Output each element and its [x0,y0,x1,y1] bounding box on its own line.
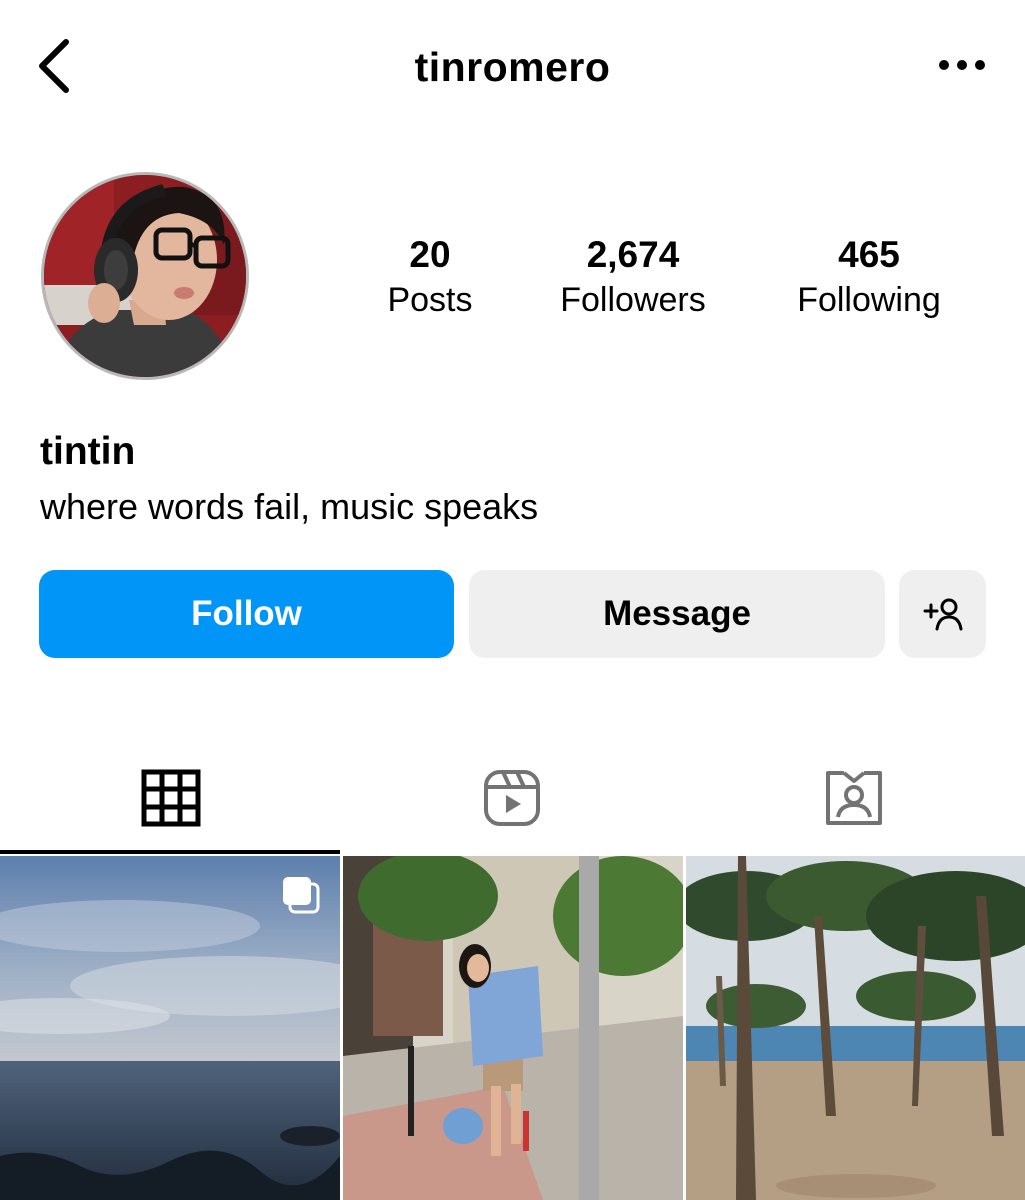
tagged-icon [825,770,882,825]
tab-posts-grid[interactable] [0,740,341,855]
posts-stat[interactable]: 20 Posts [370,234,490,324]
reels-icon [483,769,540,826]
post-thumbnail[interactable] [686,856,1025,1200]
message-button[interactable]: Message [469,570,885,658]
followers-stat[interactable]: 2,674 Followers [540,234,726,324]
followers-label: Followers [560,281,706,319]
tab-reels[interactable] [341,740,682,855]
suggest-users-button[interactable] [899,570,986,658]
person-add-icon [923,598,962,631]
profile-bio: where words fail, music speaks [40,486,539,527]
profile-tabs [0,740,1025,855]
follow-button[interactable]: Follow [39,570,454,658]
active-tab-indicator [0,850,340,854]
profile-avatar[interactable] [41,172,249,380]
multiple-images-icon [283,877,320,914]
following-count: 465 [838,234,900,275]
top-bar: tinromero [0,0,1025,140]
posts-count: 20 [409,234,451,275]
profile-username: tinromero [414,44,611,90]
followers-count: 2,674 [586,234,680,275]
posts-label: Posts [387,281,473,319]
grid-icon [141,769,200,826]
display-name: tintin [40,430,136,473]
post-thumbnail[interactable] [0,856,340,1200]
posts-grid [0,856,1025,1200]
following-label: Following [797,281,941,319]
post-thumbnail[interactable] [343,856,683,1200]
tab-tagged[interactable] [683,740,1024,855]
following-stat[interactable]: 465 Following [776,234,962,324]
more-horizontal-icon [939,60,985,70]
more-options-button[interactable] [932,50,992,80]
